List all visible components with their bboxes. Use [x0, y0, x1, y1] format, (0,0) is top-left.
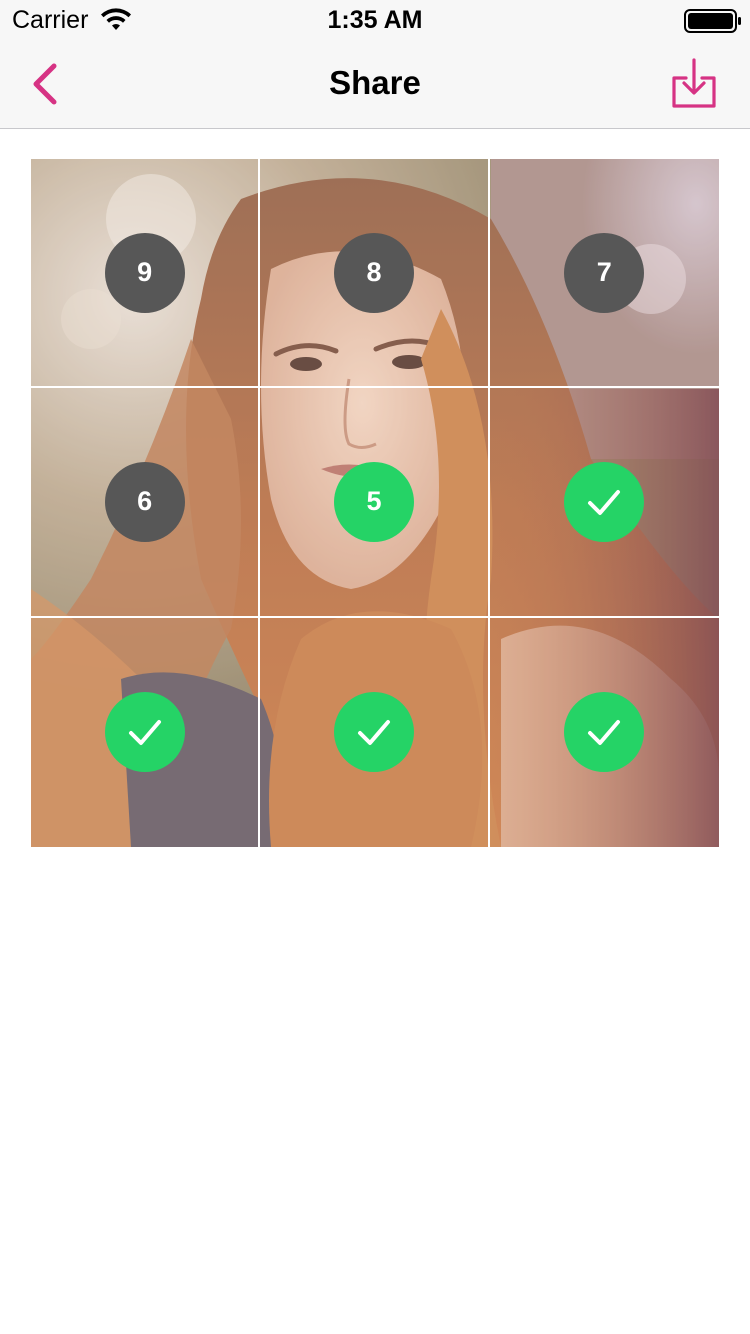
- tile-badge: 6: [104, 461, 185, 542]
- grid-tile-7[interactable]: [31, 617, 261, 847]
- grid-tile-1[interactable]: 9: [31, 159, 261, 389]
- tile-number: 8: [366, 257, 382, 288]
- grid-tile-5[interactable]: 5: [260, 388, 490, 618]
- checkmark-badge: [564, 461, 645, 542]
- checkmark-icon: [357, 720, 390, 746]
- battery-icon: [684, 9, 741, 33]
- checkmark-icon: [128, 720, 161, 746]
- checkmark-badge: [333, 692, 414, 773]
- tile-grid: 9 8 7 6 5: [31, 159, 719, 847]
- tile-badge: 7: [564, 232, 645, 313]
- tile-number: 7: [596, 257, 612, 288]
- download-button[interactable]: [666, 56, 722, 112]
- status-bar: Carrier 1:35 AM: [0, 0, 750, 40]
- grid-tile-3[interactable]: 7: [489, 159, 719, 389]
- grid-tile-8[interactable]: [260, 617, 490, 847]
- grid-tile-4[interactable]: 6: [31, 388, 261, 618]
- tile-badge: 5: [333, 461, 414, 542]
- checkmark-badge: [104, 692, 185, 773]
- checkmark-icon: [588, 489, 621, 515]
- tile-number: 6: [137, 486, 153, 517]
- download-tray-icon: [672, 58, 716, 108]
- tile-number: 9: [137, 257, 153, 288]
- tile-badge: 9: [104, 232, 185, 313]
- checkmark-icon: [588, 720, 621, 746]
- tile-number: 5: [366, 486, 382, 517]
- clock: 1:35 AM: [327, 6, 423, 34]
- navigation-bar: Share: [0, 40, 750, 129]
- grid-tile-6[interactable]: [489, 388, 719, 618]
- checkmark-badge: [564, 692, 645, 773]
- grid-tile-9[interactable]: [490, 618, 719, 847]
- photo-grid: 9 8 7 6 5: [31, 159, 719, 847]
- grid-tile-2[interactable]: 8: [260, 159, 490, 389]
- tile-badge: 8: [333, 232, 414, 313]
- page-title: Share: [329, 64, 421, 101]
